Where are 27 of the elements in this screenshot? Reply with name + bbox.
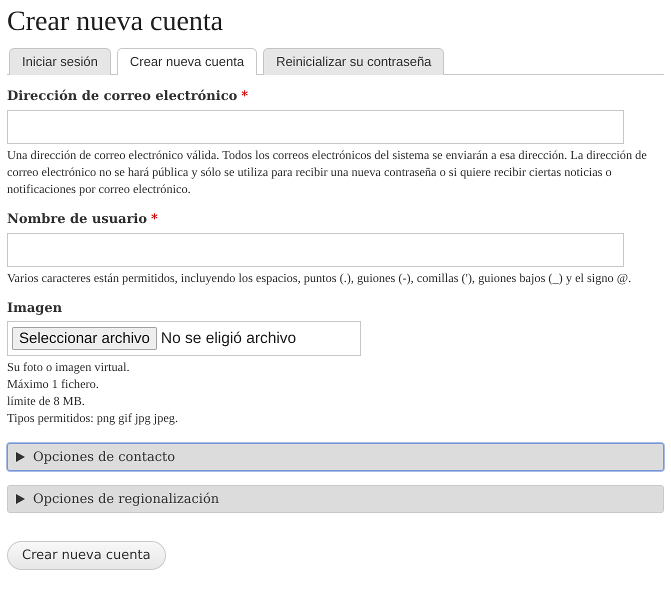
field-description: Su foto o imagen virtual.	[7, 359, 131, 376]
field-description: Una dirección de correo electrónico válida. Todos los correos electrónicos del sistema se enviarán a esa dirección. La dirección de correo electrónico no se hará pública y sólo se utiliza para recibir una nueva contraseña o si quiere recibir ciertas noticias o notificaciones por correo electrónico.	[7, 147, 648, 198]
tab[interactable]: Reinicializar su contraseña	[263, 48, 444, 75]
file-field[interactable]: Seleccionar archivo No se eligió archivo	[7, 321, 361, 356]
required-mark: *	[241, 89, 248, 104]
page-title: Crear nueva cuenta	[7, 5, 224, 38]
choose-file-button[interactable]: Seleccionar archivo	[12, 327, 157, 350]
field-description: Tipos permitidos: png gif jpg jpeg.	[7, 410, 180, 427]
input-field[interactable]	[7, 110, 624, 144]
field-description: Máximo 1 fichero.	[7, 376, 100, 393]
file-status: No se eligió archivo	[160, 330, 296, 348]
field-label: Nombre de usuario	[7, 212, 148, 227]
caret-right-icon	[16, 452, 25, 462]
collapsible-section[interactable]: Opciones de regionalización	[7, 485, 664, 513]
field-description: Varios caracteres están permitidos, incluyendo los espacios, puntos (.), guiones (-), comillas ('), guiones bajos (_) y el signo @.	[7, 270, 632, 287]
section-title: Opciones de contacto	[33, 450, 176, 464]
required-mark: *	[151, 212, 158, 227]
submit-button[interactable]: Crear nueva cuenta	[7, 541, 166, 570]
input-field[interactable]	[7, 233, 624, 267]
collapsible-section[interactable]: Opciones de contacto	[7, 443, 664, 471]
section-title: Opciones de regionalización	[33, 492, 220, 506]
caret-right-icon	[16, 494, 25, 504]
field-label: Dirección de correo electrónico	[7, 89, 238, 104]
tab[interactable]: Crear nueva cuenta	[116, 48, 258, 75]
field-description: límite de 8 MB.	[7, 393, 86, 410]
field-label: Imagen	[7, 301, 62, 316]
tab[interactable]: Iniciar sesión	[9, 48, 111, 75]
